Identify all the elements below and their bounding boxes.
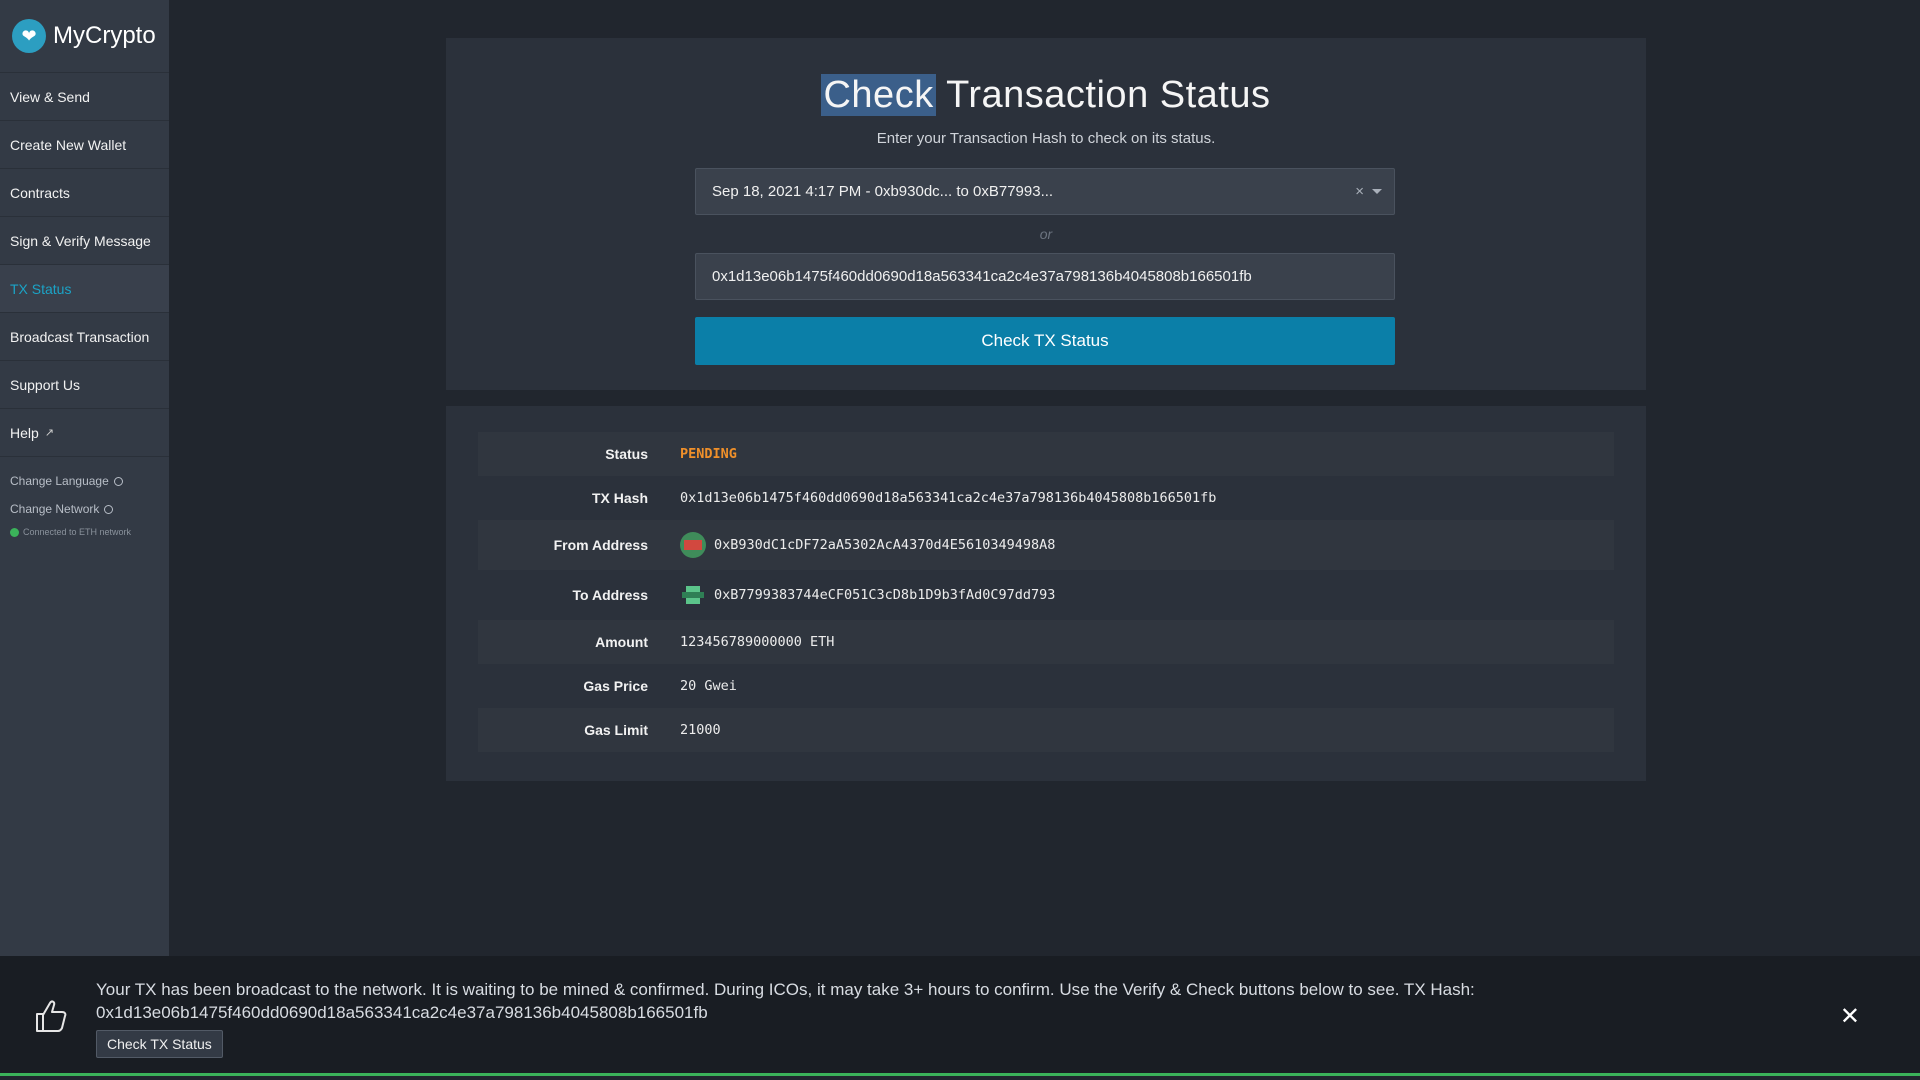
close-icon[interactable]: ✕ — [1840, 1002, 1860, 1031]
detail-row-to: To Address 0xB7799383744eCF051C3cD8b1D9b… — [478, 570, 1614, 620]
to-address: 0xB7799383744eCF051C3cD8b1D9b3fAd0C97dd7… — [680, 582, 1055, 608]
status-label: Status — [605, 446, 648, 462]
sidebar-item-broadcast[interactable]: Broadcast Transaction — [0, 313, 169, 361]
detail-row-amount: Amount 123456789000000 ETH — [478, 620, 1614, 664]
external-link-icon: ↗ — [44, 427, 55, 439]
tx-hash-input[interactable] — [695, 253, 1395, 300]
change-language-link[interactable]: Change Language — [0, 467, 169, 495]
logo-text: MyCrypto — [53, 22, 156, 49]
mycrypto-logo-icon: ❤ — [12, 19, 46, 53]
sidebar-item-support[interactable]: Support Us — [0, 361, 169, 409]
or-divider: or — [1039, 226, 1053, 242]
page-subtitle: Enter your Transaction Hash to check on … — [876, 130, 1216, 147]
from-address-value: 0xB930dC1cDF72aA5302AcA4370d4E5610349498… — [714, 537, 1056, 553]
notification-message: Your TX has been broadcast to the networ… — [96, 978, 1796, 1024]
clear-icon[interactable]: × — [1355, 183, 1364, 200]
page-title-rest: Transaction Status — [935, 74, 1271, 116]
detail-row-gas-price: Gas Price 20 Gwei — [478, 664, 1614, 708]
sidebar-item-help-label: Help — [10, 424, 39, 441]
tx-details-card: Status PENDING TX Hash 0x1d13e06b1475f46… — [446, 406, 1646, 781]
status-badge: PENDING — [680, 446, 737, 462]
detail-row-from: From Address 0xB930dC1cDF72aA5302AcA4370… — [478, 520, 1614, 570]
sidebar-item-contracts[interactable]: Contracts — [0, 169, 169, 217]
page-title-highlight: Check — [821, 74, 936, 116]
logo[interactable]: ❤ MyCrypto — [0, 0, 169, 73]
sidebar-item-help[interactable]: Help ↗ — [0, 409, 169, 457]
to-address-label: To Address — [572, 587, 648, 603]
sidebar-item-sign-verify[interactable]: Sign & Verify Message — [0, 217, 169, 265]
amount-value: 123456789000000 ETH — [680, 634, 835, 650]
sidebar-item-view-send[interactable]: View & Send — [0, 73, 169, 121]
from-address: 0xB930dC1cDF72aA5302AcA4370d4E5610349498… — [680, 532, 1055, 558]
notification-line-2: 0x1d13e06b1475f460dd0690d18a563341ca2c4e… — [96, 1003, 708, 1022]
tx-status-form-card: Check Transaction Status Enter your Tran… — [446, 38, 1646, 390]
gas-limit-label: Gas Limit — [584, 722, 648, 738]
detail-row-status: Status PENDING — [478, 432, 1614, 476]
recent-tx-select[interactable]: Sep 18, 2021 4:17 PM - 0xb930dc... to 0x… — [695, 168, 1395, 215]
tx-hash-value: 0x1d13e06b1475f460dd0690d18a563341ca2c4e… — [680, 490, 1217, 506]
arrow-circle-icon — [113, 476, 123, 486]
gas-limit-value: 21000 — [680, 722, 721, 738]
change-language-label: Change Language — [10, 474, 109, 488]
from-address-label: From Address — [553, 537, 648, 553]
gas-price-label: Gas Price — [583, 678, 648, 694]
connected-dot-icon — [10, 527, 19, 537]
change-network-label: Change Network — [10, 502, 100, 516]
to-address-value: 0xB7799383744eCF051C3cD8b1D9b3fAd0C97dd7… — [714, 587, 1056, 603]
amount-label: Amount — [595, 634, 648, 650]
detail-row-hash: TX Hash 0x1d13e06b1475f460dd0690d18a5633… — [478, 476, 1614, 520]
page-title: Check Transaction Status — [446, 74, 1646, 117]
gas-price-value: 20 Gwei — [680, 678, 737, 694]
connection-status-label: Connected to ETH network — [23, 527, 132, 537]
notification-check-tx-button[interactable]: Check TX Status — [96, 1030, 223, 1058]
sidebar-item-create-wallet[interactable]: Create New Wallet — [0, 121, 169, 169]
tx-hash-label: TX Hash — [591, 490, 648, 506]
sidebar-item-tx-status[interactable]: TX Status — [0, 265, 169, 313]
arrow-circle-icon — [104, 504, 114, 514]
change-network-link[interactable]: Change Network — [0, 495, 169, 523]
detail-row-gas-limit: Gas Limit 21000 — [478, 708, 1614, 752]
thumbs-up-icon — [36, 1000, 67, 1032]
chevron-down-icon[interactable] — [1372, 189, 1382, 194]
notification-line-1: Your TX has been broadcast to the networ… — [96, 980, 1475, 999]
sidebar: ❤ MyCrypto View & Send Create New Wallet… — [0, 0, 169, 956]
broadcast-notification: Your TX has been broadcast to the networ… — [0, 956, 1920, 1076]
to-identicon-icon — [680, 582, 706, 608]
recent-tx-select-value: Sep 18, 2021 4:17 PM - 0xb930dc... to 0x… — [712, 183, 1054, 200]
from-identicon-icon — [680, 532, 706, 558]
check-tx-status-button[interactable]: Check TX Status — [695, 317, 1395, 365]
connection-status: Connected to ETH network — [0, 527, 169, 537]
